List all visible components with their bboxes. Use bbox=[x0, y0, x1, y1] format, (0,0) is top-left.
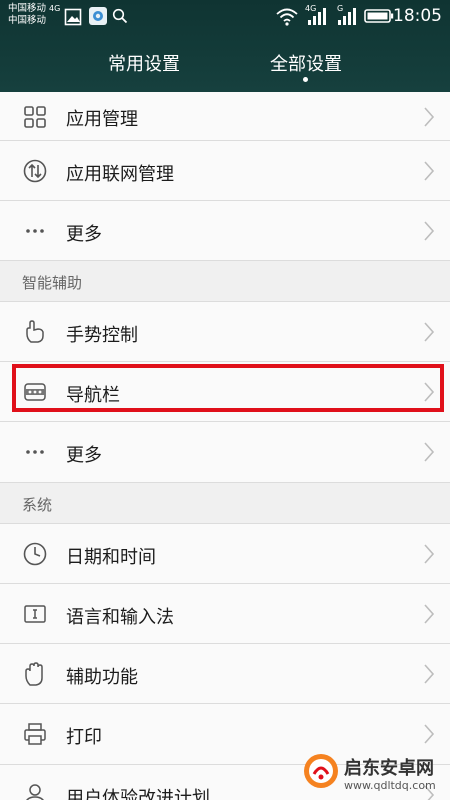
list-item-gesture-control[interactable]: 手势控制 bbox=[0, 302, 450, 362]
carrier-2: 中国移动 bbox=[8, 15, 47, 26]
chevron-right-icon bbox=[424, 107, 435, 127]
settings-tabs: 常用设置 全部设置 bbox=[0, 40, 450, 92]
network-arrows-icon bbox=[23, 159, 47, 183]
list-item-label: 日期和时间 bbox=[66, 547, 156, 568]
list-item-accessibility[interactable]: 辅助功能 bbox=[0, 644, 450, 704]
list-item-more-assist[interactable]: 更多 bbox=[0, 422, 450, 483]
list-item-label: 手势控制 bbox=[66, 325, 138, 346]
watermark-logo-icon bbox=[304, 754, 338, 788]
clock-icon bbox=[23, 542, 47, 566]
chevron-right-icon bbox=[424, 724, 435, 744]
list-item-label: 更多 bbox=[66, 224, 102, 245]
chevron-right-icon bbox=[424, 161, 435, 181]
chevron-right-icon bbox=[424, 664, 435, 684]
section-header-system: 系统 bbox=[0, 483, 450, 524]
carrier-1: 中国移动 bbox=[8, 3, 47, 14]
search-icon bbox=[112, 8, 128, 24]
printer-icon bbox=[24, 723, 46, 745]
list-item-label: 打印 bbox=[66, 727, 102, 748]
more-dots-icon bbox=[26, 229, 44, 233]
list-item-label: 更多 bbox=[66, 445, 102, 466]
chevron-right-icon bbox=[424, 382, 435, 402]
list-item-label: 导航栏 bbox=[66, 385, 120, 406]
list-item-app-management[interactable]: 应用管理 bbox=[0, 92, 450, 141]
list-item-date-time[interactable]: 日期和时间 bbox=[0, 524, 450, 584]
list-item-app-network-management[interactable]: 应用联网管理 bbox=[0, 141, 450, 201]
more-dots-icon bbox=[26, 450, 44, 454]
list-item-label: 用户体验改进计划 bbox=[66, 788, 210, 800]
battery-icon bbox=[364, 9, 394, 23]
status-time: 18:05 bbox=[393, 6, 442, 26]
keyboard-cursor-icon bbox=[24, 605, 46, 623]
chevron-right-icon bbox=[424, 442, 435, 462]
user-icon bbox=[26, 784, 44, 800]
tab-all-settings[interactable]: 全部设置 bbox=[241, 50, 371, 76]
gallery-icon bbox=[64, 8, 82, 26]
watermark-url: www.qdltdq.com bbox=[344, 779, 436, 792]
chevron-right-icon bbox=[424, 322, 435, 342]
gesture-hand-icon bbox=[26, 320, 44, 343]
wifi-icon bbox=[276, 8, 298, 26]
signal-1-icon bbox=[308, 8, 326, 25]
signal-2-icon bbox=[338, 8, 356, 25]
hand-icon bbox=[25, 662, 43, 686]
tab-selected-indicator bbox=[303, 77, 308, 82]
navigation-bar-icon bbox=[24, 383, 46, 401]
list-item-label: 应用管理 bbox=[66, 109, 138, 130]
grid-apps-icon bbox=[24, 106, 46, 128]
watermark: 启东安卓网 www.qdltdq.com bbox=[300, 748, 450, 800]
list-item-more-apps[interactable]: 更多 bbox=[0, 201, 450, 261]
chevron-right-icon bbox=[424, 544, 435, 564]
status-bar: 中国移动 4G 中国移动 4G G 18:05 bbox=[0, 0, 450, 34]
header: 中国移动 4G 中国移动 4G G 18:05 常用设置 全部设置 bbox=[0, 0, 450, 92]
chevron-right-icon bbox=[424, 221, 435, 241]
list-item-navigation-bar[interactable]: 导航栏 bbox=[0, 362, 450, 422]
app-notification-icon bbox=[89, 7, 107, 25]
section-header-label: 系统 bbox=[22, 496, 53, 514]
section-header-smart-assist: 智能辅助 bbox=[0, 261, 450, 302]
section-header-label: 智能辅助 bbox=[22, 274, 83, 292]
list-item-label: 语言和输入法 bbox=[66, 607, 174, 628]
list-item-label: 应用联网管理 bbox=[66, 164, 174, 185]
list-item-label: 辅助功能 bbox=[66, 667, 138, 688]
tab-common-settings[interactable]: 常用设置 bbox=[79, 50, 209, 76]
carrier-1-network: 4G bbox=[49, 4, 61, 13]
list-item-language-input[interactable]: 语言和输入法 bbox=[0, 584, 450, 644]
watermark-title: 启东安卓网 bbox=[344, 758, 434, 779]
chevron-right-icon bbox=[424, 604, 435, 624]
carrier-info: 中国移动 4G 中国移动 bbox=[8, 3, 60, 27]
